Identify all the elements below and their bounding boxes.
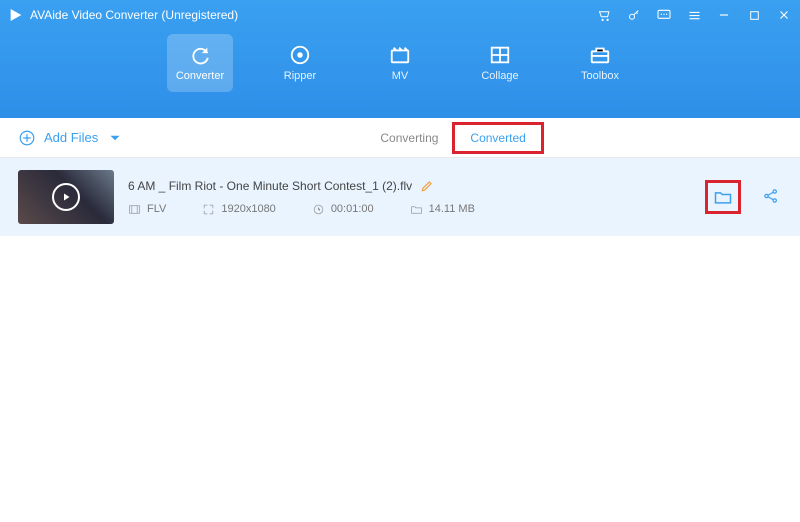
main-tabs: Converter Ripper MV Collage Toolbox	[0, 30, 800, 92]
file-size: 14.11 MB	[410, 203, 475, 216]
open-folder-button[interactable]	[710, 185, 736, 209]
converter-icon	[189, 44, 211, 66]
format-icon	[128, 203, 141, 216]
maximize-button[interactable]	[746, 7, 762, 23]
tab-mv[interactable]: MV	[367, 34, 433, 92]
tab-ripper[interactable]: Ripper	[267, 34, 333, 92]
title-bar: AVAide Video Converter (Unregistered)	[0, 0, 800, 30]
tab-label: Collage	[481, 70, 518, 82]
subtab-converted[interactable]: Converted	[454, 124, 541, 152]
add-files-button[interactable]: Add Files	[18, 129, 124, 147]
folder-icon	[712, 187, 734, 207]
feedback-icon[interactable]	[656, 7, 672, 23]
app-logo: AVAide Video Converter (Unregistered)	[8, 7, 238, 23]
file-resolution: 1920x1080	[202, 203, 275, 216]
sub-toolbar: Add Files Converting Converted	[0, 118, 800, 158]
tab-collage[interactable]: Collage	[467, 34, 533, 92]
add-files-label: Add Files	[44, 130, 98, 145]
app-title: AVAide Video Converter (Unregistered)	[30, 8, 238, 22]
file-name: 6 AM _ Film Riot - One Minute Short Cont…	[128, 179, 412, 193]
folder-small-icon	[410, 203, 423, 216]
list-item: 6 AM _ Film Riot - One Minute Short Cont…	[0, 158, 800, 236]
collage-icon	[489, 44, 511, 66]
tab-toolbox[interactable]: Toolbox	[567, 34, 633, 92]
ripper-icon	[289, 44, 311, 66]
menu-icon[interactable]	[686, 7, 702, 23]
tab-label: Toolbox	[581, 70, 619, 82]
chevron-down-icon	[106, 129, 124, 147]
toolbox-icon	[589, 44, 611, 66]
share-button[interactable]	[762, 187, 782, 207]
tab-converter[interactable]: Converter	[167, 34, 233, 92]
plus-circle-icon	[18, 129, 36, 147]
minimize-button[interactable]	[716, 7, 732, 23]
tab-label: Converter	[176, 70, 224, 82]
tab-label: MV	[392, 70, 409, 82]
clock-icon	[312, 203, 325, 216]
tab-label: Ripper	[284, 70, 316, 82]
edit-icon[interactable]	[420, 179, 434, 193]
file-format: FLV	[128, 203, 166, 216]
play-icon	[52, 183, 80, 211]
key-icon[interactable]	[626, 7, 642, 23]
subtab-converting[interactable]: Converting	[364, 124, 454, 152]
play-logo-icon	[8, 7, 24, 23]
mv-icon	[389, 44, 411, 66]
resolution-icon	[202, 203, 215, 216]
video-thumbnail[interactable]	[18, 170, 114, 224]
share-icon	[762, 187, 780, 205]
close-button[interactable]	[776, 7, 792, 23]
file-list: 6 AM _ Film Riot - One Minute Short Cont…	[0, 158, 800, 236]
cart-icon[interactable]	[596, 7, 612, 23]
file-duration: 00:01:00	[312, 203, 374, 216]
